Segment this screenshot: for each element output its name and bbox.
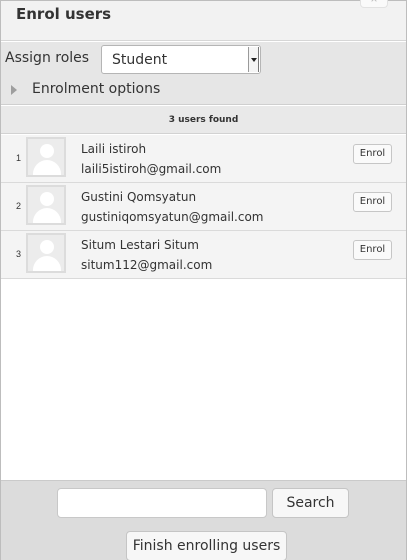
user-avatar-icon [26, 137, 66, 177]
dialog-header: Enrol users × [1, 0, 406, 41]
list-item: 2 Gustini Qomsyatun gustiniqomsyatun@gma… [1, 183, 406, 231]
role-select[interactable]: Student [101, 45, 261, 74]
user-name: Laili istiroh [81, 142, 147, 156]
user-avatar-icon [26, 185, 66, 225]
row-number: 2 [16, 201, 22, 211]
enrolment-options-label: Enrolment options [32, 81, 161, 97]
list-item: 3 Situm Lestari Situm situm112@gmail.com… [1, 231, 406, 279]
enrol-button[interactable]: Enrol [353, 144, 392, 164]
list-item: 1 Laili istiroh laili5istiroh@gmail.com … [1, 135, 406, 183]
close-icon[interactable]: × [360, 0, 388, 8]
dialog-title: Enrol users [16, 5, 112, 23]
finish-enrolling-button[interactable]: Finish enrolling users [126, 531, 287, 560]
user-email: gustiniqomsyatun@gmail.com [81, 210, 264, 224]
dialog-footer: Search Finish enrolling users [1, 480, 406, 560]
row-number: 1 [16, 153, 22, 163]
row-number: 3 [16, 249, 22, 259]
triangle-right-icon [11, 85, 17, 95]
user-name: Situm Lestari Situm [81, 238, 199, 252]
user-name: Gustini Qomsyatun [81, 190, 197, 204]
enrol-options-panel: Assign roles Student Enrolment options [1, 42, 406, 105]
assign-roles-label: Assign roles [5, 50, 90, 66]
enrol-button[interactable]: Enrol [353, 192, 392, 212]
enrol-users-dialog: Enrol users × Assign roles Student Enrol… [0, 0, 407, 560]
user-email: laili5istiroh@gmail.com [81, 162, 222, 176]
user-avatar-icon [26, 233, 66, 273]
enrol-button[interactable]: Enrol [353, 240, 392, 260]
chevron-down-icon [248, 47, 259, 72]
users-found-count: 3 users found [1, 106, 406, 134]
user-email: situm112@gmail.com [81, 258, 213, 272]
search-button[interactable]: Search [272, 488, 349, 518]
role-select-value: Student [112, 52, 168, 68]
user-list: 1 Laili istiroh laili5istiroh@gmail.com … [1, 135, 406, 279]
search-input[interactable] [57, 488, 267, 518]
